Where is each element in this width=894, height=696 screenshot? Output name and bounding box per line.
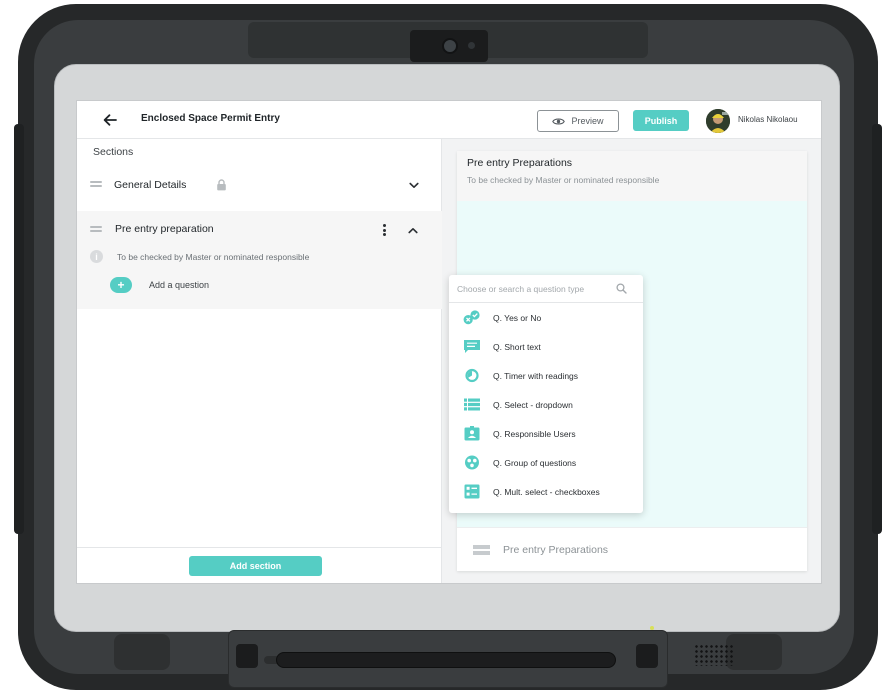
section-card-title: Pre entry Preparations <box>467 157 573 169</box>
question-type-yes-no[interactable]: Q. Yes or No <box>449 303 643 332</box>
drag-handle-icon[interactable] <box>90 181 102 190</box>
avatar[interactable] <box>706 109 730 133</box>
sections-heading: Sections <box>93 146 134 158</box>
section-pre-entry-preparation[interactable]: Pre entry preparation i To be checked by… <box>77 211 442 309</box>
question-type-search[interactable]: Choose or search a question type <box>449 275 643 303</box>
chevron-up-icon[interactable] <box>408 227 418 234</box>
add-section-button[interactable]: Add section <box>189 556 322 576</box>
app-screen: Enclosed Space Permit Entry Preview Publ… <box>76 100 822 584</box>
port-right <box>636 644 658 668</box>
status-led <box>650 626 654 630</box>
question-type-select-dropdown[interactable]: Q. Select - dropdown <box>449 390 643 419</box>
more-options-icon[interactable] <box>383 224 387 236</box>
question-type-label: Q. Responsible Users <box>493 429 576 439</box>
preview-button[interactable]: Preview <box>537 110 619 132</box>
question-type-label: Q. Short text <box>493 342 541 352</box>
publish-button[interactable]: Publish <box>633 110 689 131</box>
left-panel-footer: Add section <box>77 547 442 583</box>
question-type-responsible-users[interactable]: Q. Responsible Users <box>449 419 643 448</box>
right-rail <box>872 124 882 534</box>
section-title: General Details <box>114 179 187 191</box>
user-photo-icon <box>706 109 730 133</box>
yes-no-icon <box>463 310 480 325</box>
timer-icon <box>465 368 479 383</box>
chevron-down-icon[interactable] <box>409 182 419 189</box>
user-badge-icon <box>464 426 480 441</box>
drag-handle-icon[interactable] <box>90 226 102 235</box>
left-rail <box>14 124 24 534</box>
search-placeholder[interactable]: Choose or search a question type <box>457 284 584 294</box>
port-left <box>236 644 258 668</box>
search-icon[interactable] <box>616 283 627 294</box>
sensor-icon <box>468 42 475 49</box>
speaker-grille <box>694 644 734 666</box>
question-type-label: Q. Yes or No <box>493 313 542 323</box>
group-icon <box>465 455 479 470</box>
section-card-subtitle: To be checked by Master or nominated res… <box>467 175 660 185</box>
question-type-label: Q. Mult. select - checkboxes <box>493 487 600 497</box>
section-card-header: Pre entry Preparations To be checked by … <box>457 151 807 201</box>
dropdown-list-icon <box>464 398 480 411</box>
user-name: Nikolas Nikolaou <box>738 115 798 124</box>
question-type-menu: Choose or search a question type Q. Yes … <box>449 275 643 513</box>
left-hinge <box>114 634 170 670</box>
section-description: To be checked by Master or nominated res… <box>117 252 310 262</box>
right-hinge <box>726 634 782 670</box>
preview-label: Preview <box>571 116 604 126</box>
question-type-label: Q. Select - dropdown <box>493 400 573 410</box>
checkbox-list-icon <box>464 484 480 499</box>
add-question-button[interactable]: + <box>110 277 132 293</box>
add-question-label[interactable]: Add a question <box>149 280 209 290</box>
question-type-label: Q. Group of questions <box>493 458 577 468</box>
back-arrow-icon[interactable] <box>101 111 119 129</box>
section-card-footer-label: Pre entry Preparations <box>503 544 609 556</box>
camera-icon <box>442 38 458 54</box>
question-type-group[interactable]: Q. Group of questions <box>449 448 643 477</box>
section-title: Pre entry preparation <box>115 223 214 235</box>
sections-panel: Sections General Details Pre entry prepa… <box>77 139 442 583</box>
page-title: Enclosed Space Permit Entry <box>141 113 280 124</box>
stylus-pen[interactable] <box>276 652 616 668</box>
short-text-icon <box>464 340 480 353</box>
question-type-short-text[interactable]: Q. Short text <box>449 332 643 361</box>
info-icon: i <box>90 250 103 263</box>
question-type-timer[interactable]: Q. Timer with readings <box>449 361 643 390</box>
app-header: Enclosed Space Permit Entry Preview Publ… <box>77 101 821 139</box>
question-type-label: Q. Timer with readings <box>493 371 579 381</box>
eye-icon <box>552 117 566 125</box>
question-type-multi-select[interactable]: Q. Mult. select - checkboxes <box>449 477 643 506</box>
section-card-footer[interactable]: Pre entry Preparations <box>457 527 807 571</box>
drag-handle-icon[interactable] <box>473 545 490 558</box>
camera-module <box>410 30 488 62</box>
lock-icon <box>217 179 226 191</box>
